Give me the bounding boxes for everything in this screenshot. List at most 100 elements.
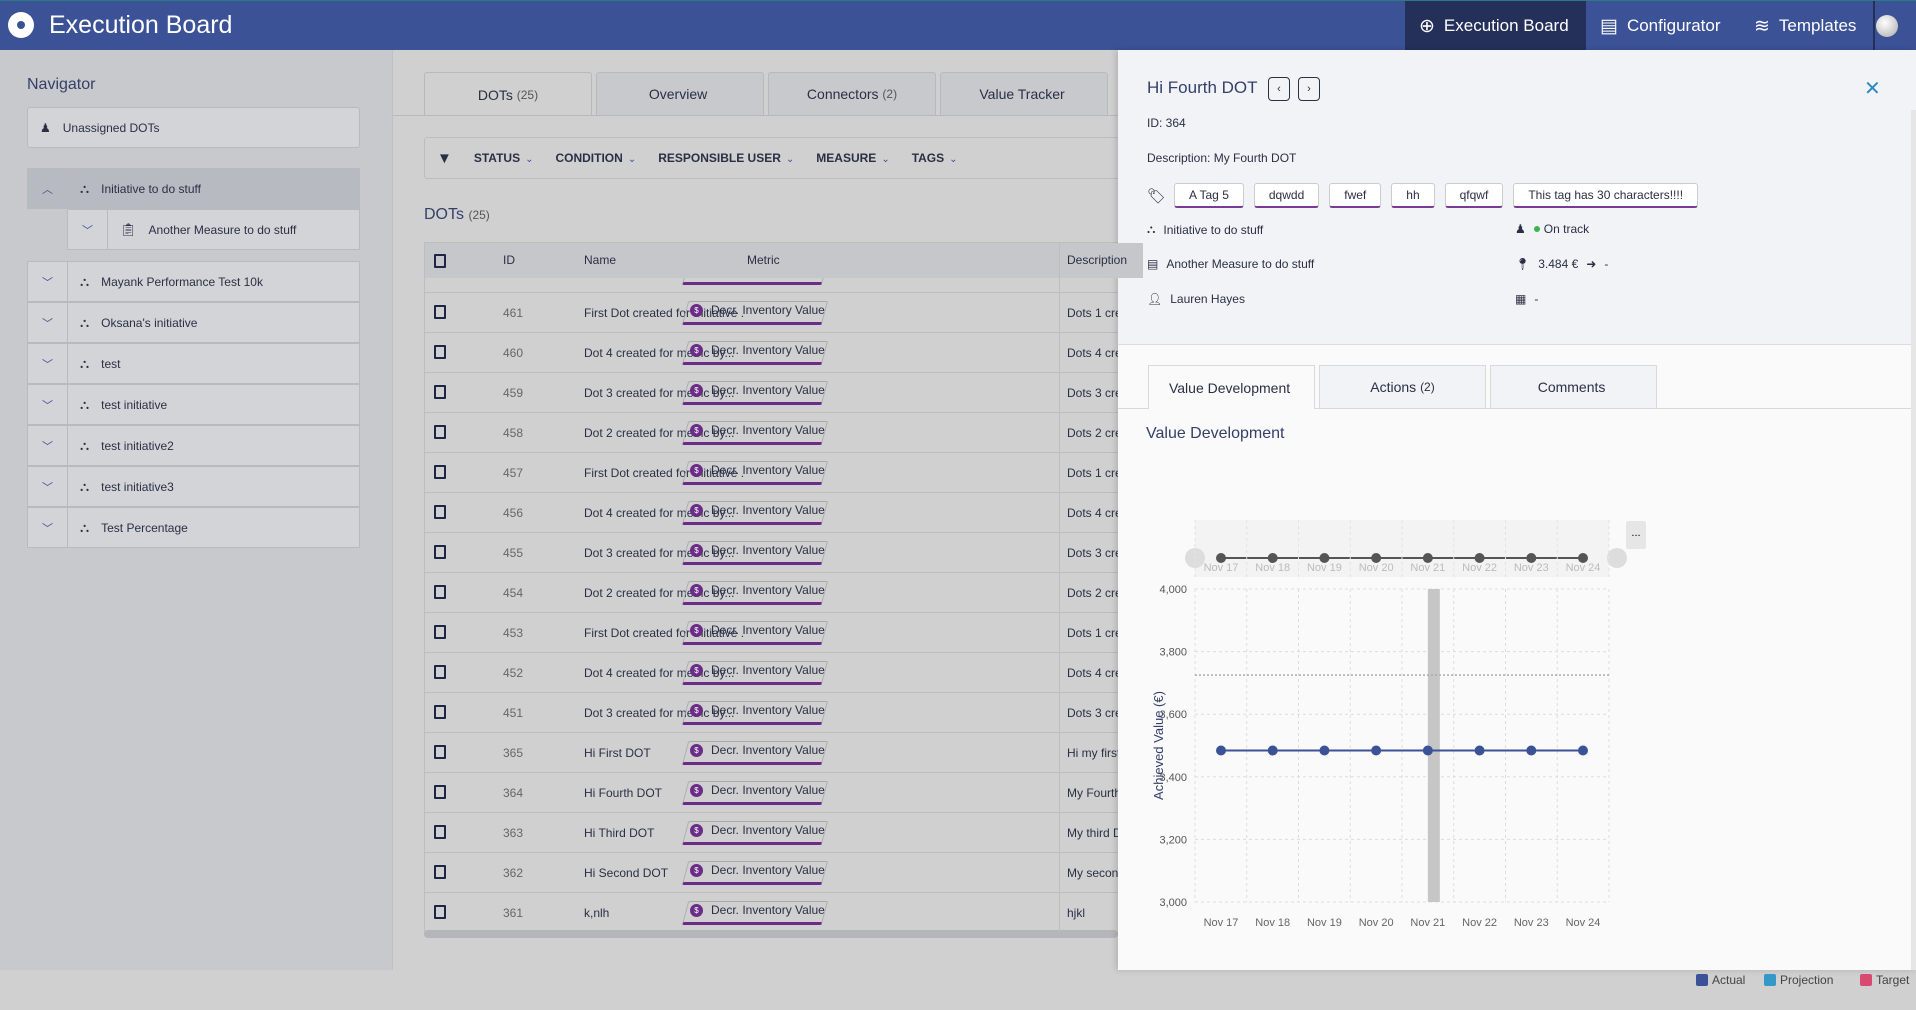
tree-item[interactable]: ﹀ ⛬ test initiative2	[27, 425, 360, 466]
table-row[interactable]: 361 k,nlh $ Decr. Inventory Value hjkl	[425, 893, 1143, 932]
navigator-point	[1267, 553, 1278, 563]
dot-detail-panel: Hi Fourth DOT ‹ › ✕ ID: 364 Description:…	[1118, 50, 1916, 987]
unassigned-dots[interactable]: ♟ Unassigned DOTs	[27, 107, 360, 148]
tree-item[interactable]: ﹀ ⛬ Oksana's initiative	[27, 302, 360, 343]
hierarchy-icon: ⛬	[80, 180, 90, 196]
row-checkbox[interactable]	[434, 585, 446, 599]
next-button[interactable]: ›	[1298, 77, 1320, 101]
x-tick-label: Nov 24	[1566, 917, 1601, 929]
filter-condition[interactable]: CONDITION ⌄	[555, 151, 636, 165]
horizontal-scrollbar[interactable]	[424, 930, 1118, 938]
row-checkbox[interactable]	[434, 385, 446, 399]
row-checkbox[interactable]	[434, 665, 446, 679]
detail-measure[interactable]: ▤ Another Measure to do stuff	[1147, 257, 1314, 271]
row-checkbox[interactable]	[434, 825, 446, 839]
table-row[interactable]: 458 Dot 2 created for metric by... $ Decr…	[425, 413, 1143, 453]
nav-configurator[interactable]: ▤ Configurator	[1586, 1, 1735, 51]
tag-chip[interactable]: fwef	[1329, 183, 1382, 208]
row-id: 457	[503, 466, 524, 480]
tab-dots[interactable]: DOTs (25)	[424, 72, 592, 116]
chevron-up-icon[interactable]: ︿	[28, 169, 68, 208]
tree-item-initiative[interactable]: ︿ ⛬ Initiative to do stuff	[27, 168, 360, 209]
row-checkbox[interactable]	[434, 705, 446, 719]
table-row[interactable]: 457 First Dot created for Initiative ...…	[425, 453, 1143, 493]
prev-button[interactable]: ‹	[1268, 77, 1290, 101]
tab-overview[interactable]: Overview	[596, 72, 764, 115]
tag-chip[interactable]: qfqwf	[1444, 183, 1504, 208]
tree-item[interactable]: ﹀ ⛬ test initiative3	[27, 466, 360, 507]
tree-item-measure[interactable]: ﹀ 📋︎ Another Measure to do stuff	[67, 209, 360, 250]
table-row[interactable]: 461 First Dot created for Initiative ...…	[425, 293, 1143, 333]
filter-measure[interactable]: MEASURE ⌄	[816, 151, 889, 165]
table-row[interactable]: 455 Dot 3 created for metric by... $ Decr…	[425, 533, 1143, 573]
row-checkbox[interactable]	[434, 545, 446, 559]
table-row[interactable]: 453 First Dot created for Initiative ...…	[425, 613, 1143, 653]
table-row[interactable]: 364 Hi Fourth DOT $ Decr. Inventory Value…	[425, 773, 1143, 813]
hierarchy-icon: ⛬	[80, 314, 90, 330]
chevron-down-icon[interactable]: ﹀	[28, 508, 68, 547]
tree-item[interactable]: ﹀ ⛬ test	[27, 343, 360, 384]
row-checkbox[interactable]	[434, 465, 446, 479]
select-all-checkbox[interactable]	[434, 254, 446, 268]
filter-responsible-user[interactable]: RESPONSIBLE USER ⌄	[658, 151, 794, 165]
tag-chip[interactable]: This tag has 30 characters!!!!	[1513, 183, 1699, 208]
tab-connectors[interactable]: Connectors (2)	[768, 72, 936, 115]
table-row[interactable]: 365 Hi First DOT $ Decr. Inventory Value …	[425, 733, 1143, 773]
tab-comments[interactable]: Comments	[1490, 365, 1657, 408]
row-checkbox[interactable]	[434, 305, 446, 319]
tree-item[interactable]: ﹀ ⛬ Test Percentage	[27, 507, 360, 548]
metric-label: Decr. Inventory Value	[711, 343, 825, 357]
tree-item[interactable]: ﹀ ⛬ test initiative	[27, 384, 360, 425]
chevron-down-icon[interactable]: ﹀	[68, 210, 108, 249]
filter-label: MEASURE	[816, 151, 877, 165]
chevron-down-icon[interactable]: ﹀	[28, 426, 68, 465]
chevron-down-icon[interactable]: ﹀	[28, 344, 68, 383]
user-avatar[interactable]	[1876, 15, 1898, 37]
filter-tags[interactable]: TAGS ⌄	[912, 151, 958, 165]
nav-execution-board[interactable]: ⊕ Execution Board	[1405, 1, 1586, 51]
tab-actions[interactable]: Actions (2)	[1319, 365, 1486, 408]
column-description[interactable]: Description	[1067, 253, 1127, 267]
chevron-down-icon[interactable]: ﹀	[28, 385, 68, 424]
row-checkbox[interactable]	[434, 505, 446, 519]
table-row[interactable]: 454 Dot 2 created for metric by... $ Decr…	[425, 573, 1143, 613]
close-icon[interactable]: ✕	[1864, 76, 1881, 101]
row-checkbox[interactable]	[434, 425, 446, 439]
metric: $ Decr. Inventory Value	[690, 503, 825, 517]
table-row[interactable]: 459 Dot 3 created for metric by... $ Decr…	[425, 373, 1143, 413]
row-checkbox[interactable]	[434, 345, 446, 359]
detail-initiative[interactable]: ⛬ Initiative to do stuff	[1147, 222, 1263, 237]
table-row[interactable]: 456 Dot 4 created for metric by... $ Decr…	[425, 493, 1143, 533]
nav-templates[interactable]: ≋ Templates	[1740, 1, 1870, 51]
row-checkbox[interactable]	[434, 625, 446, 639]
column-name[interactable]: Name	[584, 253, 616, 267]
tag-list: 🏷︎ A Tag 5 dqwdd fwef hh qfqwf This tag has 30…	[1147, 183, 1699, 208]
column-metric[interactable]: Metric	[747, 253, 780, 267]
table-row[interactable]: 363 Hi Third DOT $ Decr. Inventory Value …	[425, 813, 1143, 853]
row-checkbox[interactable]	[434, 905, 446, 919]
user-icon: 👤︎	[1147, 292, 1163, 306]
tag-chip[interactable]: hh	[1391, 183, 1435, 208]
chevron-down-icon[interactable]: ﹀	[28, 303, 68, 342]
row-checkbox[interactable]	[434, 785, 446, 799]
main-content: DOTs (25) Overview Connectors (2) Value Tr…	[393, 50, 1144, 970]
tab-value-development[interactable]: Value Development	[1148, 365, 1315, 409]
y-tick-label: 4,000	[1159, 584, 1187, 596]
table-row[interactable]: 362 Hi Second DOT $ Decr. Inventory Value…	[425, 853, 1143, 893]
tag-chip[interactable]: dqwdd	[1253, 183, 1320, 208]
table-row[interactable]: 460 Dot 4 created for metric by... $ Decr…	[425, 333, 1143, 373]
row-checkbox[interactable]	[434, 745, 446, 759]
chevron-down-icon[interactable]: ﹀	[28, 262, 68, 301]
table-row[interactable]: 452 Dot 4 created for metric by... $ Decr…	[425, 653, 1143, 693]
chart-doc-icon: ▤	[1600, 15, 1618, 37]
chevron-down-icon[interactable]: ﹀	[28, 467, 68, 506]
column-id[interactable]: ID	[503, 253, 515, 267]
table-row[interactable]: 451 Dot 3 created for metric by... $ Decr…	[425, 693, 1143, 733]
tag-chip[interactable]: A Tag 5	[1174, 183, 1244, 208]
tree-item[interactable]: ﹀ ⛬ Mayank Performance Test 10k	[27, 261, 360, 302]
tab-value-tracker[interactable]: Value Tracker	[940, 72, 1108, 115]
filter-bar: ▼ STATUS ⌄ CONDITION ⌄ RESPONSIBLE USER ⌄ MEAS…	[424, 137, 1144, 179]
filter-status[interactable]: STATUS ⌄	[474, 151, 534, 165]
target-label: -	[1604, 257, 1609, 271]
row-checkbox[interactable]	[434, 865, 446, 879]
